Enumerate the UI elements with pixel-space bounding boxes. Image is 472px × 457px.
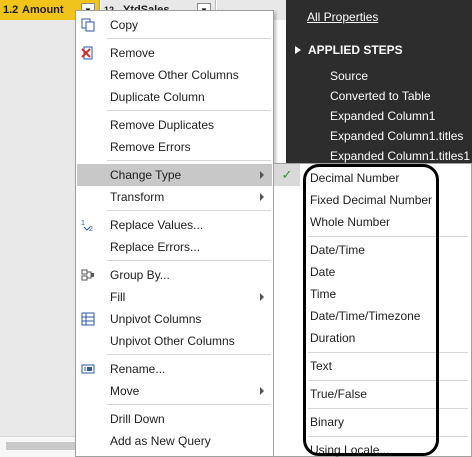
- menu-item-label: Add as New Query: [110, 434, 211, 448]
- submenu-item-date[interactable]: Date: [310, 265, 335, 279]
- menu-item-unpivot-other-columns[interactable]: Unpivot Other Columns: [77, 330, 272, 352]
- menu-separator: [308, 408, 468, 409]
- unpivot-icon: [80, 311, 96, 327]
- menu-item-label: Duplicate Column: [110, 90, 205, 104]
- applied-step-item[interactable]: Expanded Column1.titles: [330, 129, 463, 143]
- menu-separator: [107, 38, 271, 39]
- applied-step-item[interactable]: Converted to Table: [330, 89, 431, 103]
- menu-item-label: Fill: [110, 290, 126, 304]
- menu-separator: [308, 380, 468, 381]
- submenu-arrow-icon: [260, 171, 264, 179]
- collapse-triangle-icon[interactable]: [295, 46, 301, 54]
- submenu-item-fixed-decimal-number[interactable]: Fixed Decimal Number: [310, 193, 432, 207]
- column-context-menu: Copy Remove Remove Other Columns Duplica…: [75, 10, 274, 457]
- submenu-item-whole-number[interactable]: Whole Number: [310, 215, 390, 229]
- submenu-item-true-false[interactable]: True/False: [310, 387, 367, 401]
- replace-values-icon: 12: [80, 217, 96, 233]
- menu-item-label: Transform: [110, 190, 165, 204]
- applied-step-item[interactable]: Source: [330, 69, 368, 83]
- svg-text:1: 1: [81, 220, 85, 227]
- applied-steps-title: APPLIED STEPS: [308, 43, 403, 57]
- change-type-submenu: ✓ Decimal Number Fixed Decimal Number Wh…: [273, 163, 472, 457]
- menu-item-fill[interactable]: Fill: [77, 286, 272, 308]
- menu-separator: [308, 236, 468, 237]
- column-header-label: Amount: [22, 4, 64, 16]
- menu-item-remove[interactable]: Remove: [77, 42, 272, 64]
- menu-item-label: Change Type: [110, 168, 182, 182]
- menu-item-label: Copy: [110, 18, 139, 32]
- submenu-item-duration[interactable]: Duration: [310, 331, 355, 345]
- menu-item-label: Drill Down: [110, 412, 165, 426]
- submenu-arrow-icon: [260, 293, 264, 301]
- menu-item-label: Remove Duplicates: [110, 118, 215, 132]
- menu-separator: [107, 110, 271, 111]
- applied-step-item[interactable]: Expanded Column1: [330, 109, 435, 123]
- applied-steps-heading[interactable]: APPLIED STEPS: [294, 43, 403, 57]
- menu-item-label: Replace Values...: [110, 218, 204, 232]
- menu-item-remove-errors[interactable]: Remove Errors: [77, 136, 272, 158]
- copy-icon: [80, 17, 96, 33]
- menu-item-label: Remove Other Columns: [110, 68, 239, 82]
- submenu-item-using-locale[interactable]: Using Locale...: [310, 443, 389, 457]
- menu-item-rename[interactable]: Rename...: [77, 358, 272, 380]
- menu-item-remove-other-columns[interactable]: Remove Other Columns: [77, 64, 272, 86]
- submenu-item-time[interactable]: Time: [310, 287, 336, 301]
- menu-item-label: Replace Errors...: [110, 240, 201, 254]
- menu-item-remove-duplicates[interactable]: Remove Duplicates: [77, 114, 272, 136]
- menu-item-replace-errors[interactable]: Replace Errors...: [77, 236, 272, 258]
- menu-separator: [107, 354, 271, 355]
- column-type-icon[interactable]: 1.2: [0, 4, 22, 16]
- submenu-item-binary[interactable]: Binary: [310, 415, 344, 429]
- menu-separator: [308, 352, 468, 353]
- group-by-icon: [80, 267, 96, 283]
- menu-separator: [107, 260, 271, 261]
- checkmark-icon: ✓: [274, 164, 300, 186]
- svg-text:2: 2: [89, 226, 93, 232]
- menu-item-add-as-new-query[interactable]: Add as New Query: [77, 430, 272, 452]
- menu-item-label: Remove: [110, 46, 155, 60]
- submenu-item-date-time-timezone[interactable]: Date/Time/Timezone: [310, 309, 420, 323]
- menu-item-transform[interactable]: Transform: [77, 186, 272, 208]
- applied-step-item[interactable]: Expanded Column1.titles1: [330, 149, 470, 163]
- menu-separator: [107, 404, 271, 405]
- submenu-item-text[interactable]: Text: [310, 359, 332, 373]
- rename-icon: [80, 361, 96, 377]
- menu-separator: [107, 210, 271, 211]
- menu-separator: [107, 160, 271, 161]
- remove-column-icon: [80, 45, 96, 61]
- submenu-item-date-time[interactable]: Date/Time: [310, 243, 365, 257]
- all-properties-link[interactable]: All Properties: [307, 10, 378, 24]
- submenu-arrow-icon: [260, 387, 264, 395]
- menu-item-unpivot-columns[interactable]: Unpivot Columns: [77, 308, 272, 330]
- submenu-item-decimal-number[interactable]: Decimal Number: [310, 171, 399, 185]
- menu-item-label: Move: [110, 384, 140, 398]
- menu-item-copy[interactable]: Copy: [77, 14, 272, 36]
- menu-item-group-by[interactable]: Group By...: [77, 264, 272, 286]
- menu-item-replace-values[interactable]: 12 Replace Values...: [77, 214, 272, 236]
- menu-item-drill-down[interactable]: Drill Down: [77, 408, 272, 430]
- menu-item-duplicate-column[interactable]: Duplicate Column: [77, 86, 272, 108]
- menu-item-label: Remove Errors: [110, 140, 191, 154]
- menu-item-move[interactable]: Move: [77, 380, 272, 402]
- menu-item-label: Group By...: [110, 268, 170, 282]
- menu-item-label: Unpivot Other Columns: [110, 334, 235, 348]
- menu-item-label: Rename...: [110, 362, 166, 376]
- menu-separator: [308, 436, 468, 437]
- submenu-arrow-icon: [260, 193, 264, 201]
- menu-item-label: Unpivot Columns: [110, 312, 202, 326]
- menu-item-change-type[interactable]: Change Type: [77, 164, 272, 186]
